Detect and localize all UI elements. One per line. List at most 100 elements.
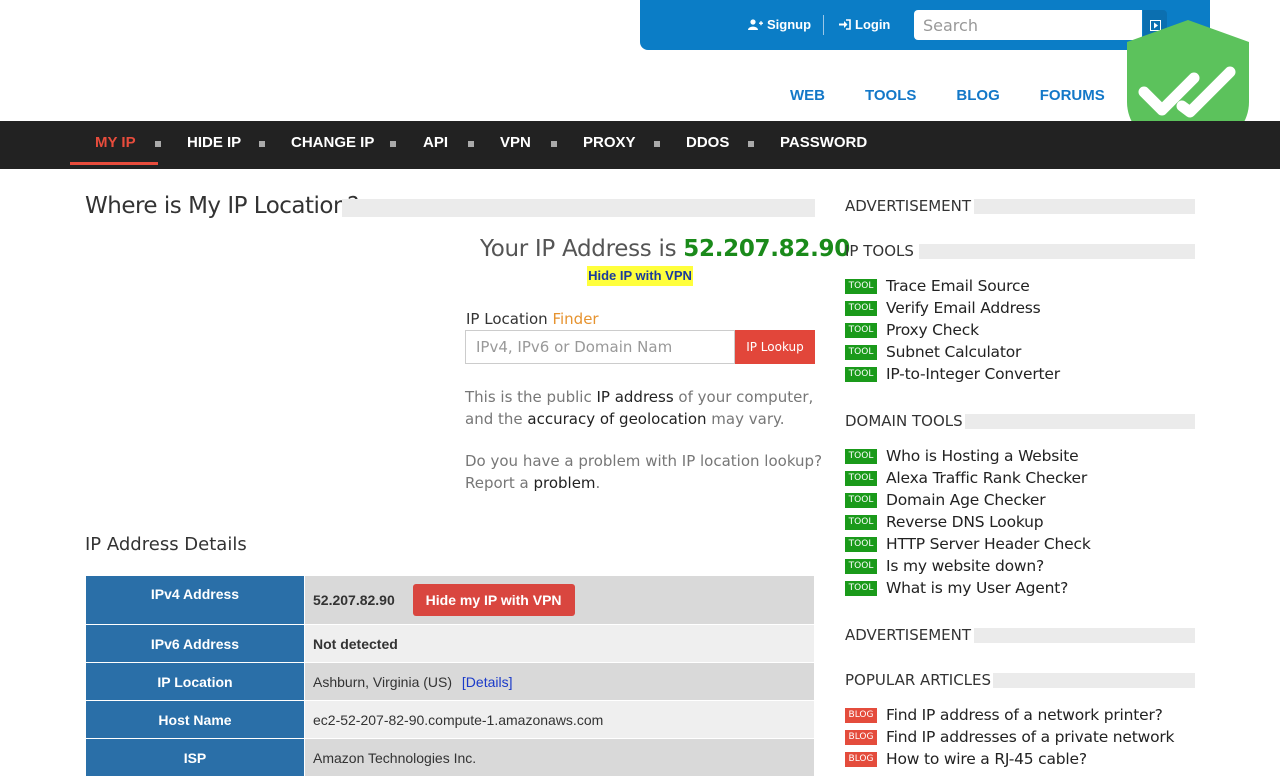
list-item: TOOL Trace Email Source <box>845 275 1060 297</box>
list-item: TOOL Verify Email Address <box>845 297 1060 319</box>
tool-badge: TOOL <box>845 322 877 338</box>
tool-badge: TOOL <box>845 278 877 294</box>
top-bar: Signup Login <box>640 0 1210 50</box>
report-note: Do you have a problem with IP location l… <box>465 450 825 494</box>
nav-blog[interactable]: BLOG <box>956 87 999 104</box>
articles-list: BLOG Find IP address of a network printer… <box>845 704 1175 770</box>
page-title: Where is My IP Location? <box>85 193 359 219</box>
tool-badge: TOOL <box>845 448 877 464</box>
divider <box>823 15 824 35</box>
accuracy-link[interactable]: accuracy of geolocation <box>527 410 706 428</box>
tool-link[interactable]: Trace Email Source <box>886 277 1030 295</box>
section-divider <box>993 673 1195 688</box>
ip-address-link[interactable]: IP address <box>596 388 673 406</box>
note-text: may vary. <box>711 410 785 428</box>
table-row: Host Name ec2-52-207-82-90.compute-1.ama… <box>85 700 815 739</box>
section-divider <box>919 244 1195 259</box>
tool-badge: TOOL <box>845 558 877 574</box>
popular-articles-heading: POPULAR ARTICLES <box>845 671 992 689</box>
blog-badge: BLOG <box>845 707 877 723</box>
ip-tools-list: TOOL Trace Email Source TOOL Verify Email … <box>845 275 1060 385</box>
nav-ddos[interactable]: DDOS <box>686 121 729 169</box>
nav-proxy[interactable]: PROXY <box>583 121 636 169</box>
tool-badge: TOOL <box>845 492 877 508</box>
list-item: BLOG Find IP address of a network printer… <box>845 704 1174 726</box>
article-link[interactable]: How to wire a RJ-45 cable? <box>886 750 1087 768</box>
tool-badge: TOOL <box>845 580 877 596</box>
nav-separator <box>259 141 265 147</box>
nav-change-ip[interactable]: CHANGE IP <box>291 121 374 169</box>
isp-label: ISP <box>85 738 305 777</box>
tool-link[interactable]: IP-to-Integer Converter <box>886 365 1060 383</box>
ipv6-label: IPv6 Address <box>85 624 305 663</box>
tool-badge: TOOL <box>845 300 877 316</box>
list-item: TOOL What is my User Agent? <box>845 577 1091 599</box>
details-title: IP Address Details <box>85 534 247 555</box>
ip-details-table: IPv4 Address 52.207.82.90 Hide my IP wit… <box>85 575 815 777</box>
advertisement-heading: ADVERTISEMENT <box>845 197 972 215</box>
section-divider <box>974 199 1195 214</box>
nav-web[interactable]: WEB <box>790 87 825 104</box>
tool-link[interactable]: What is my User Agent? <box>886 579 1068 597</box>
your-ip-prefix: Your IP Address is <box>480 236 677 262</box>
list-item: BLOG Find IP addresses of a private netwo… <box>845 726 1175 748</box>
table-row: IPv4 Address 52.207.82.90 Hide my IP wit… <box>85 575 815 625</box>
advertisement-heading: ADVERTISEMENT <box>845 626 972 644</box>
list-item: TOOL HTTP Server Header Check <box>845 533 1091 555</box>
tool-link[interactable]: Who is Hosting a Website <box>886 447 1079 465</box>
problem-link[interactable]: problem <box>533 474 595 492</box>
finder-label-text: IP Location <box>466 310 548 328</box>
ip-lookup-button[interactable]: IP Lookup <box>735 330 815 364</box>
your-ip-heading: Your IP Address is 52.207.82.90 <box>480 236 850 262</box>
finder-accent: Finder <box>552 310 599 328</box>
signup-link[interactable]: Signup <box>748 17 811 32</box>
ipv4-label: IPv4 Address <box>85 575 305 625</box>
note-text: This is the public <box>465 388 592 406</box>
active-indicator <box>70 162 158 165</box>
nav-vpn[interactable]: VPN <box>500 121 531 169</box>
tool-link[interactable]: Alexa Traffic Rank Checker <box>886 469 1087 487</box>
tool-link[interactable]: Reverse DNS Lookup <box>886 513 1044 531</box>
note-text: Do you have a problem with IP location l… <box>465 452 823 492</box>
nav-separator <box>551 141 557 147</box>
location-details-link[interactable]: [Details] <box>462 674 513 690</box>
host-label: Host Name <box>85 700 305 739</box>
list-item: TOOL Reverse DNS Lookup <box>845 511 1091 533</box>
table-row: IPv6 Address Not detected <box>85 624 815 663</box>
nav-tools[interactable]: TOOLS <box>865 87 916 104</box>
nav-api[interactable]: API <box>423 121 448 169</box>
tool-link[interactable]: HTTP Server Header Check <box>886 535 1091 553</box>
tool-link[interactable]: Domain Age Checker <box>886 491 1046 509</box>
blog-badge: BLOG <box>845 751 877 767</box>
ipv6-value: Not detected <box>304 624 815 663</box>
tool-badge: TOOL <box>845 536 877 552</box>
ip-address-value: 52.207.82.90 <box>683 236 850 262</box>
nav-separator <box>654 141 660 147</box>
domain-tools-list: TOOL Who is Hosting a Website TOOL Alexa T… <box>845 445 1091 599</box>
list-item: TOOL IP-to-Integer Converter <box>845 363 1060 385</box>
nav-password[interactable]: PASSWORD <box>780 121 867 169</box>
list-item: TOOL Is my website down? <box>845 555 1091 577</box>
nav-forums[interactable]: FORUMS <box>1040 87 1105 104</box>
nav-hide-ip[interactable]: HIDE IP <box>187 121 241 169</box>
tool-link[interactable]: Verify Email Address <box>886 299 1041 317</box>
hide-my-ip-button[interactable]: Hide my IP with VPN <box>412 584 575 616</box>
article-link[interactable]: Find IP addresses of a private network <box>886 728 1175 746</box>
nav-separator <box>155 141 161 147</box>
isp-value: Amazon Technologies Inc. <box>304 738 815 777</box>
search-input[interactable] <box>914 10 1142 40</box>
ip-tools-heading: IP TOOLS <box>845 242 914 260</box>
table-row: IP Location Ashburn, Virginia (US) [Deta… <box>85 662 815 701</box>
hide-ip-vpn-link[interactable]: Hide IP with VPN <box>587 266 693 286</box>
ip-lookup-input[interactable] <box>465 330 735 364</box>
tool-badge: TOOL <box>845 366 877 382</box>
article-link[interactable]: Find IP address of a network printer? <box>886 706 1163 724</box>
tool-link[interactable]: Proxy Check <box>886 321 979 339</box>
tool-link[interactable]: Subnet Calculator <box>886 343 1021 361</box>
location-cell: Ashburn, Virginia (US) [Details] <box>304 662 815 701</box>
tool-link[interactable]: Is my website down? <box>886 557 1044 575</box>
section-divider <box>965 414 1195 429</box>
blog-badge: BLOG <box>845 729 877 745</box>
host-value: ec2-52-207-82-90.compute-1.amazonaws.com <box>304 700 815 739</box>
login-link[interactable]: Login <box>839 17 890 32</box>
